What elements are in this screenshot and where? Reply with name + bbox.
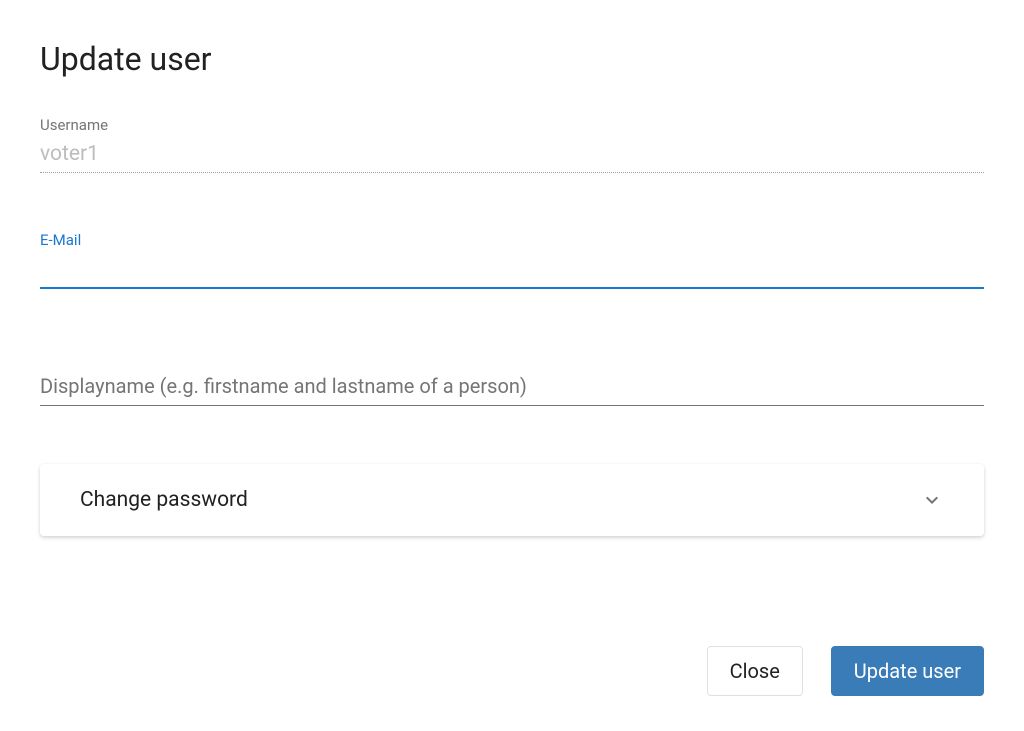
email-field-container: E-Mail bbox=[40, 231, 984, 289]
change-password-panel[interactable]: Change password bbox=[40, 464, 984, 536]
displayname-input[interactable] bbox=[40, 371, 984, 406]
update-user-dialog: Update user Username E-Mail Change passw… bbox=[0, 0, 1024, 731]
change-password-label: Change password bbox=[80, 488, 248, 512]
username-label: Username bbox=[40, 116, 984, 134]
username-field-container: Username bbox=[40, 116, 984, 173]
close-button[interactable]: Close bbox=[707, 646, 803, 696]
chevron-down-icon bbox=[920, 488, 944, 512]
username-input bbox=[40, 138, 984, 173]
update-user-button[interactable]: Update user bbox=[831, 646, 984, 696]
displayname-field-container bbox=[40, 371, 984, 406]
dialog-actions: Close Update user bbox=[40, 646, 984, 696]
email-input[interactable] bbox=[40, 253, 984, 289]
email-label: E-Mail bbox=[40, 231, 984, 249]
dialog-title: Update user bbox=[40, 40, 984, 78]
